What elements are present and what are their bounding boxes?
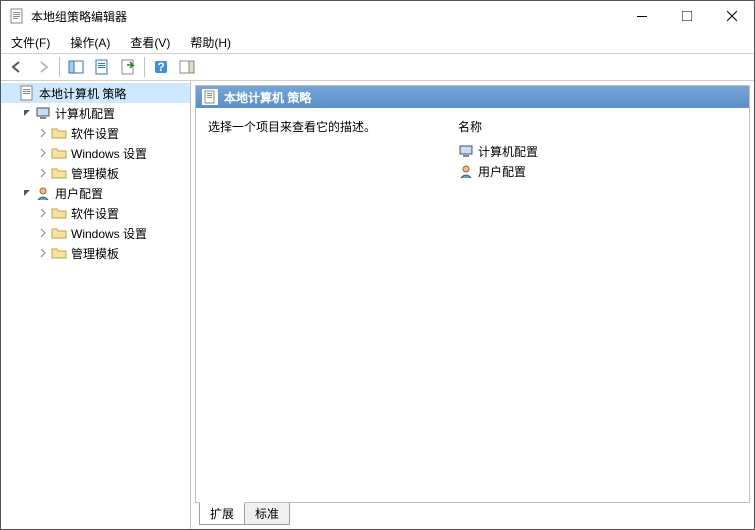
tree-software-settings[interactable]: 软件设置 [33,203,190,223]
expand-icon[interactable] [37,207,49,219]
tree-label: 管理模板 [71,245,119,262]
tree-label: 软件设置 [71,205,119,222]
titlebar: 本地组策略编辑器 [1,1,754,31]
tree-label: 本地计算机 策略 [39,85,126,102]
toolbar: ? [1,53,754,81]
expand-icon[interactable] [37,147,49,159]
user-icon [458,163,474,179]
description-text: 选择一个项目来查看它的描述。 [208,120,376,134]
content-header: 本地计算机 策略 [196,86,749,108]
toolbar-separator [59,57,60,77]
user-icon [35,185,51,201]
show-hide-tree-button[interactable] [64,55,88,79]
window: 本地组策略编辑器 文件(F) 操作(A) 查看(V) 帮助(H) ? [0,0,755,530]
show-hide-action-pane-button[interactable] [175,55,199,79]
folder-icon [51,205,67,221]
right-pane: 本地计算机 策略 选择一个项目来查看它的描述。 名称 计算机配置 [191,81,754,529]
help-button[interactable]: ? [149,55,173,79]
minimize-button[interactable] [619,1,664,31]
column-header-name[interactable]: 名称 [458,118,737,135]
back-button[interactable] [5,55,29,79]
content-body: 选择一个项目来查看它的描述。 名称 计算机配置 用户配置 [196,108,749,502]
tree-label: 软件设置 [71,125,119,142]
forward-button[interactable] [31,55,55,79]
list-item-user-config[interactable]: 用户配置 [458,161,737,181]
tree-label: 计算机配置 [55,105,115,122]
tree-windows-settings[interactable]: Windows 设置 [33,143,190,163]
tree-software-settings[interactable]: 软件设置 [33,123,190,143]
content-box: 本地计算机 策略 选择一个项目来查看它的描述。 名称 计算机配置 [195,85,750,503]
folder-icon [51,245,67,261]
export-list-button[interactable] [116,55,140,79]
folder-icon [51,165,67,181]
policy-icon [202,89,218,105]
svg-text:?: ? [157,60,164,74]
menubar: 文件(F) 操作(A) 查看(V) 帮助(H) [1,31,754,53]
collapse-icon[interactable] [21,107,33,119]
menu-help[interactable]: 帮助(H) [186,32,235,53]
content-header-title: 本地计算机 策略 [224,89,311,106]
expand-icon[interactable] [37,227,49,239]
folder-icon [51,225,67,241]
tab-standard[interactable]: 标准 [244,503,290,525]
folder-icon [51,125,67,141]
close-button[interactable] [709,1,754,31]
app-icon [9,8,25,24]
toolbar-separator [144,57,145,77]
list-column: 名称 计算机配置 用户配置 [458,118,737,492]
menu-action[interactable]: 操作(A) [66,32,114,53]
window-title: 本地组策略编辑器 [31,8,619,25]
tab-extended[interactable]: 扩展 [199,502,245,525]
expand-icon[interactable] [37,247,49,259]
tree-user-config[interactable]: 用户配置 [17,183,190,203]
tree-root[interactable]: 本地计算机 策略 [1,83,190,103]
list-item-label: 用户配置 [478,163,526,180]
tree-label: 管理模板 [71,165,119,182]
expand-icon[interactable] [37,167,49,179]
tree-label: Windows 设置 [71,145,147,162]
tree-label: 用户配置 [55,185,103,202]
list-item-computer-config[interactable]: 计算机配置 [458,141,737,161]
policy-icon [19,85,35,101]
maximize-button[interactable] [664,1,709,31]
computer-icon [458,143,474,159]
tree-label: Windows 设置 [71,225,147,242]
blank-twist [5,87,17,99]
tree-admin-templates[interactable]: 管理模板 [33,163,190,183]
tree-windows-settings[interactable]: Windows 设置 [33,223,190,243]
expand-icon[interactable] [37,127,49,139]
tree-pane[interactable]: 本地计算机 策略 计算机配置 [1,81,191,529]
body: 本地计算机 策略 计算机配置 [1,81,754,529]
collapse-icon[interactable] [21,187,33,199]
tree-admin-templates[interactable]: 管理模板 [33,243,190,263]
folder-icon [51,145,67,161]
computer-icon [35,105,51,121]
description-column: 选择一个项目来查看它的描述。 [208,118,418,492]
tree-computer-config[interactable]: 计算机配置 [17,103,190,123]
tabstrip: 扩展 标准 [195,503,750,525]
list-item-label: 计算机配置 [478,143,538,160]
properties-button[interactable] [90,55,114,79]
menu-view[interactable]: 查看(V) [126,32,174,53]
menu-file[interactable]: 文件(F) [7,32,54,53]
